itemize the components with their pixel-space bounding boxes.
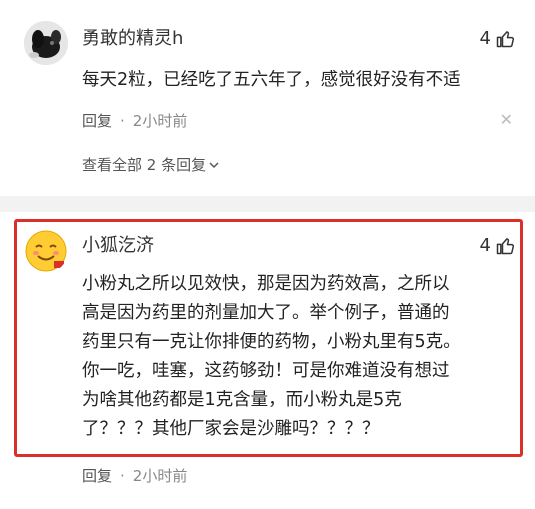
comment-line: 小粉丸之所以见效快，那是因为药效高，之所以 — [82, 274, 450, 294]
comment-line: 为啥其他药都是1克含量，而小粉丸是5克 — [82, 390, 402, 410]
timestamp: 2小时前 — [132, 112, 188, 130]
comment-line: 了？？？其他厂家会是沙雕吗？？？？ — [82, 419, 380, 439]
timestamp: 2小时前 — [132, 467, 188, 485]
comment-meta: 回复 · 2小时前 — [82, 111, 187, 131]
avatar[interactable] — [24, 229, 68, 273]
like-count: 4 — [479, 28, 491, 49]
comment-line: 你一吃，哇塞，这药够劲！可是你难道没有想过 — [82, 361, 450, 381]
comment-meta: 回复 · 2小时前 — [82, 466, 187, 486]
comment-line: 药里只有一克让你排便的药物，小粉丸里有5克。 — [82, 332, 461, 352]
avatar-dog-icon — [24, 21, 68, 65]
reply-button[interactable]: 回复 — [82, 466, 112, 486]
separator-dot: · — [120, 112, 125, 130]
close-icon[interactable]: ✕ — [500, 110, 513, 130]
like-button[interactable]: 4 — [480, 27, 515, 51]
username[interactable]: 小狐汔济 — [82, 234, 154, 258]
like-count: 4 — [479, 235, 491, 256]
comment-text: 小粉丸之所以见效快，那是因为药效高，之所以 高是因为药里的剂量加大了。举个例子，… — [82, 270, 461, 444]
divider — [0, 196, 535, 212]
reply-button[interactable]: 回复 — [82, 111, 112, 131]
separator-dot: · — [120, 467, 125, 485]
avatar-emoji-icon — [25, 230, 67, 272]
view-all-replies-button[interactable]: 查看全部 2 条回复 — [82, 155, 220, 175]
thumbs-up-icon — [496, 238, 515, 255]
thumbs-up-icon — [496, 31, 515, 48]
avatar[interactable] — [24, 21, 68, 65]
comment-text: 每天2粒，已经吃了五六年了，感觉很好没有不适 — [82, 70, 461, 90]
chevron-down-icon — [209, 162, 219, 169]
username[interactable]: 勇敢的精灵h — [82, 27, 183, 51]
comment-line: 高是因为药里的剂量加大了。举个例子，普通的 — [82, 303, 450, 323]
like-button[interactable]: 4 — [480, 234, 515, 258]
view-all-label: 查看全部 2 条回复 — [82, 156, 207, 174]
